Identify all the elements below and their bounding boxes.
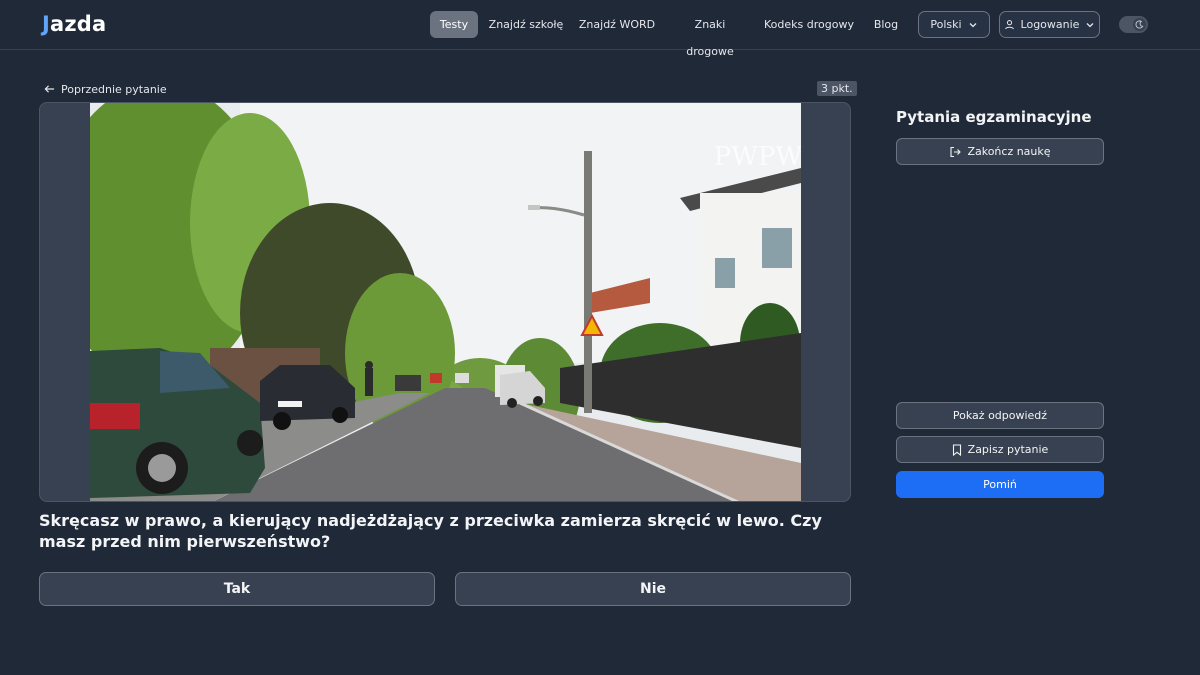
user-icon <box>1004 20 1014 30</box>
show-answer-button[interactable]: Pokaż odpowiedź <box>896 402 1104 429</box>
question-media: PWPW <box>39 102 851 502</box>
nav-item-kodeks-drogowy[interactable]: Kodeks drogowy <box>764 11 854 38</box>
top-navbar: Jazda Testy Znajdź szkołę Znajdź WORD Zn… <box>0 0 1200 58</box>
bookmark-icon <box>952 443 961 456</box>
watermark-text: PWPW <box>714 142 801 172</box>
question-text: Skręcasz w prawo, a kierujący nadjeżdżaj… <box>39 511 822 551</box>
nav-item-znajdz-word[interactable]: Znajdź WORD <box>578 11 656 38</box>
login-button[interactable]: Logowanie <box>999 11 1100 38</box>
end-learning-button[interactable]: Zakończ naukę <box>896 138 1104 165</box>
language-select[interactable]: Polski <box>918 11 990 38</box>
save-question-label: Zapisz pytanie <box>967 443 1049 456</box>
nav-item-znaki-drogowe[interactable]: Znaki drogowe <box>670 11 750 58</box>
chevron-down-icon <box>1086 22 1094 27</box>
save-question-button[interactable]: Zapisz pytanie <box>896 436 1104 463</box>
street-scene-image: PWPW <box>90 103 801 501</box>
logo[interactable]: Jazda <box>42 12 106 36</box>
answer-yes-button[interactable]: Tak <box>39 572 435 606</box>
points-badge: 3 pkt. <box>817 81 857 96</box>
arrow-left-icon <box>44 85 55 93</box>
nav-item-testy[interactable]: Testy <box>430 11 478 38</box>
previous-question-label: Poprzednie pytanie <box>61 82 167 96</box>
answer-no-button[interactable]: Nie <box>455 572 851 606</box>
show-answer-label: Pokaż odpowiedź <box>952 409 1048 422</box>
sidebar-title: Pytania egzaminacyjne <box>896 108 1092 126</box>
logout-icon <box>950 146 962 157</box>
nav-item-blog[interactable]: Blog <box>868 11 904 38</box>
skip-button[interactable]: Pomiń <box>896 471 1104 498</box>
skip-label: Pomiń <box>983 478 1017 491</box>
chevron-down-icon <box>969 22 977 27</box>
language-label: Polski <box>930 18 962 31</box>
previous-question-link[interactable]: Poprzednie pytanie <box>44 81 167 97</box>
nav-item-znajdz-szkole[interactable]: Znajdź szkołę <box>488 11 564 38</box>
end-learning-label: Zakończ naukę <box>967 145 1051 158</box>
moon-icon <box>1133 18 1146 31</box>
login-label: Logowanie <box>1020 18 1080 31</box>
theme-toggle[interactable] <box>1119 16 1148 33</box>
